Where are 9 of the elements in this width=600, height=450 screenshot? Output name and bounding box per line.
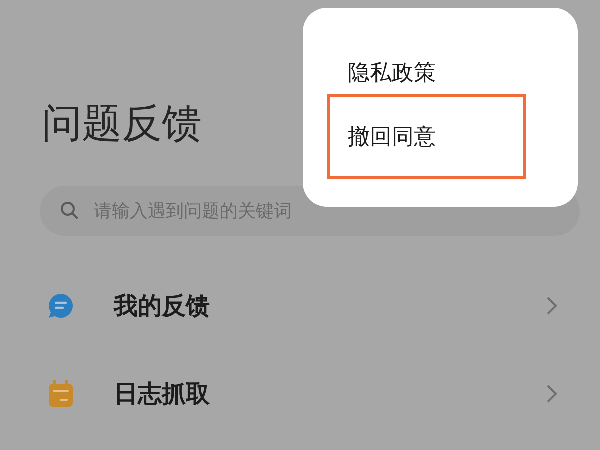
chat-icon [48, 293, 74, 319]
chevron-icon[interactable] [546, 384, 558, 404]
menu-item[interactable]: 撤回同意 [327, 94, 526, 179]
calendar-icon [48, 380, 74, 408]
list-item[interactable]: 我的反馈 [114, 290, 546, 322]
chevron-icon[interactable] [546, 296, 558, 316]
list-item[interactable]: 日志抓取 [114, 378, 546, 410]
page-title: 问题反馈 [42, 100, 202, 149]
search-icon [60, 201, 80, 221]
